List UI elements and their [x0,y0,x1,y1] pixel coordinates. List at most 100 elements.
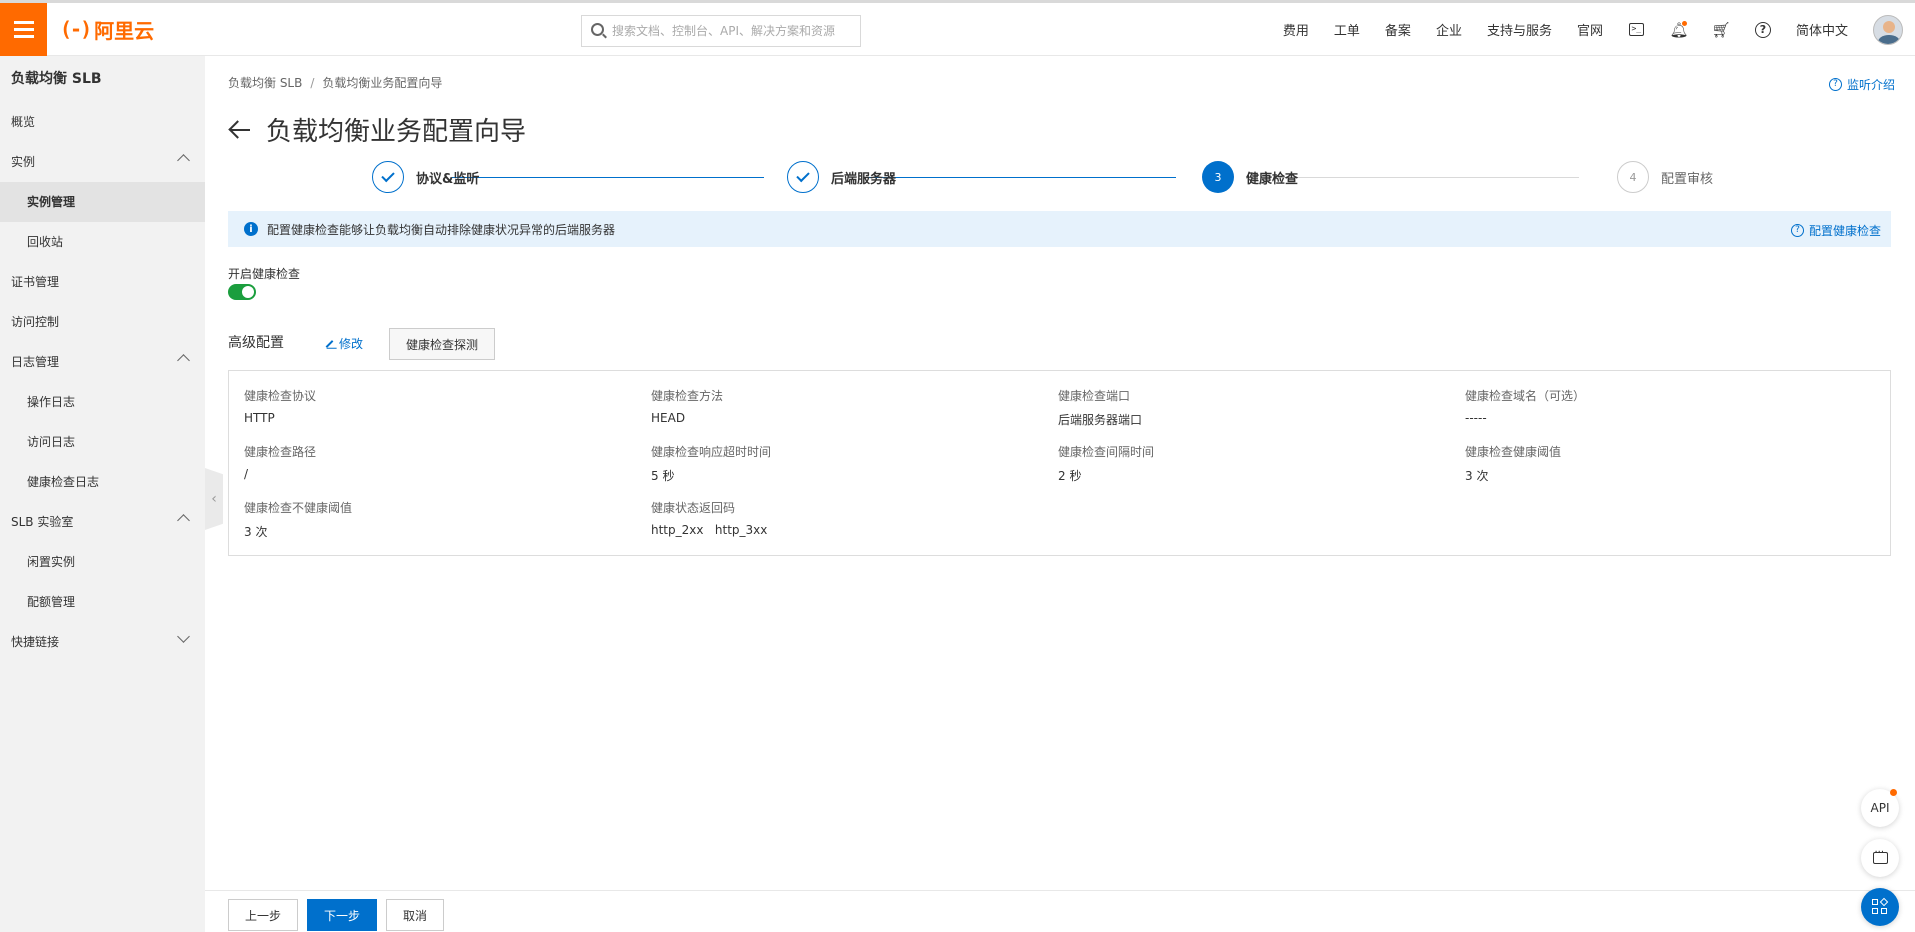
edit-label: 修改 [339,337,364,351]
cart-icon[interactable]: 🛒︎ [1711,21,1730,39]
config-field: 健康检查间隔时间 2 秒 [1058,443,1154,484]
step-label: 后端服务器 [831,171,897,187]
sidebar-item-overview[interactable]: 概览 [0,102,205,142]
step-config-review: 4 配置审核 [1617,161,1713,193]
next-step-button[interactable]: 下一步 [307,899,377,931]
listener-help-link[interactable]: ? 监听介绍 [1828,76,1895,93]
config-key: 健康检查间隔时间 [1058,445,1155,459]
sidebar-item-access-logs[interactable]: 访问日志 [0,422,205,462]
wizard-steps: 协议&监听 后端服务器 3 健康检查 4 配置审核 [372,161,1742,197]
health-check-toggle-label: 开启健康检查 [228,267,301,281]
chat-icon [1872,847,1888,864]
menu-button[interactable] [0,3,47,56]
apps-float-button[interactable] [1861,888,1899,926]
language-switch[interactable]: 简体中文 [1796,20,1848,39]
chat-float-button[interactable] [1861,839,1899,877]
sidebar-group-quick-links[interactable]: 快捷链接 [0,622,205,662]
edit-advanced-link[interactable]: 修改 [325,335,363,352]
logo-text: 阿里云 [94,18,155,43]
step-health-check: 3 健康检查 [1202,161,1298,193]
chevron-down-icon [177,630,190,643]
nav-tickets[interactable]: 工单 [1334,20,1360,39]
prev-step-button[interactable]: 上一步 [228,899,298,931]
config-field: 健康检查响应超时时间 5 秒 [651,443,771,484]
nav-enterprise[interactable]: 企业 [1436,20,1462,39]
advanced-config-panel: 健康检查协议 HTTP 健康检查方法 HEAD 健康检查端口 后端服务器端口 健… [228,370,1891,556]
config-value: 3 次 [1465,469,1489,483]
sidebar: 负载均衡 SLB 概览 实例 实例管理 回收站 证书管理 访问控制 日志管理 操… [0,56,205,932]
config-key: 健康检查健康阈值 [1465,445,1562,459]
config-key: 健康检查路径 [244,445,317,459]
question-icon: ? [1828,78,1842,91]
api-float-button[interactable]: API [1861,789,1899,827]
config-key: 健康检查方法 [651,389,724,403]
back-arrow-icon[interactable] [228,120,252,140]
cancel-button[interactable]: 取消 [386,899,444,931]
sidebar-group-instances[interactable]: 实例 [0,142,205,182]
config-value: 3 次 [244,525,268,539]
sidebar-item-certificates[interactable]: 证书管理 [0,262,205,302]
chevron-up-icon [177,354,190,367]
health-check-toggle[interactable] [228,284,256,300]
sidebar-item-label: SLB 实验室 [11,515,74,529]
health-check-probe-button[interactable]: 健康检查探测 [389,328,495,360]
page-title: 负载均衡业务配置向导 [228,111,526,148]
config-key: 健康检查端口 [1058,389,1131,403]
config-value: HTTP [244,411,275,425]
sidebar-item-operation-logs[interactable]: 操作日志 [0,382,205,422]
info-icon: i [244,222,258,236]
nav-fees[interactable]: 费用 [1283,20,1309,39]
sidebar-item-access-control[interactable]: 访问控制 [0,302,205,342]
sidebar-item-label: 证书管理 [11,275,60,289]
wizard-footer: 上一步 下一步 取消 [205,890,1915,932]
listener-help-label: 监听介绍 [1846,78,1895,92]
config-key: 健康检查域名（可选） [1465,389,1586,403]
step-label: 健康检查 [1246,171,1299,187]
main-content: 负载均衡 SLB / 负载均衡业务配置向导 ? 监听介绍 负载均衡业务配置向导 协议… [205,56,1915,932]
breadcrumb-separator: / [310,76,315,90]
sidebar-item-label: 访问控制 [11,315,60,329]
sidebar-group-logs[interactable]: 日志管理 [0,342,205,382]
nav-icp[interactable]: 备案 [1385,20,1411,39]
breadcrumb-root[interactable]: 负载均衡 SLB [228,76,302,90]
config-field: 健康检查端口 后端服务器端口 [1058,387,1142,428]
sidebar-item-label: 实例 [11,155,36,169]
config-value: http_2xx http_3xx [651,523,768,537]
hamburger-icon [13,19,34,40]
page-title-text: 负载均衡业务配置向导 [266,117,527,147]
aliyun-logo[interactable]: (-) 阿里云 [60,17,155,43]
sidebar-item-idle-instances[interactable]: 闲置实例 [0,542,205,582]
breadcrumb-current: 负载均衡业务配置向导 [322,76,443,90]
sidebar-item-instance-management[interactable]: 实例管理 [0,182,205,222]
help-icon[interactable]: ? [1754,21,1772,39]
sidebar-group-slb-lab[interactable]: SLB 实验室 [0,502,205,542]
sidebar-item-label: 操作日志 [27,395,76,409]
config-value: 2 秒 [1058,469,1082,483]
sidebar-item-label: 访问日志 [27,435,76,449]
sidebar-item-label: 实例管理 [27,195,76,209]
config-field: 健康检查协议 HTTP [244,387,316,425]
nav-official-site[interactable]: 官网 [1577,20,1603,39]
config-key: 健康检查不健康阈值 [244,501,353,515]
search-input[interactable] [612,24,852,38]
sidebar-item-quota-management[interactable]: 配额管理 [0,582,205,622]
search-box[interactable] [581,15,861,47]
step-check-icon [372,161,404,193]
sidebar-item-recycle-bin[interactable]: 回收站 [0,222,205,262]
bell-icon[interactable]: 🔔︎ [1669,20,1689,39]
breadcrumb: 负载均衡 SLB / 负载均衡业务配置向导 [228,74,442,91]
logo-bracket: (-) [60,17,92,41]
nav-support[interactable]: 支持与服务 [1487,20,1552,39]
configure-health-check-link[interactable]: ? 配置健康检查 [1790,222,1881,239]
info-bar: i 配置健康检查能够让负载均衡自动排除健康状况异常的后端服务器 ? 配置健康检查 [228,211,1891,247]
sidebar-item-label: 日志管理 [11,355,60,369]
sidebar-item-health-check-logs[interactable]: 健康检查日志 [0,462,205,502]
avatar[interactable] [1873,14,1903,45]
config-field: 健康检查健康阈值 3 次 [1465,443,1561,484]
config-value: 5 秒 [651,469,675,483]
terminal-icon[interactable]: >_ [1628,21,1646,39]
sidebar-item-label: 快捷链接 [11,635,60,649]
step-number: 4 [1617,161,1649,193]
step-connector [868,177,1176,178]
api-label: API [1870,801,1890,815]
